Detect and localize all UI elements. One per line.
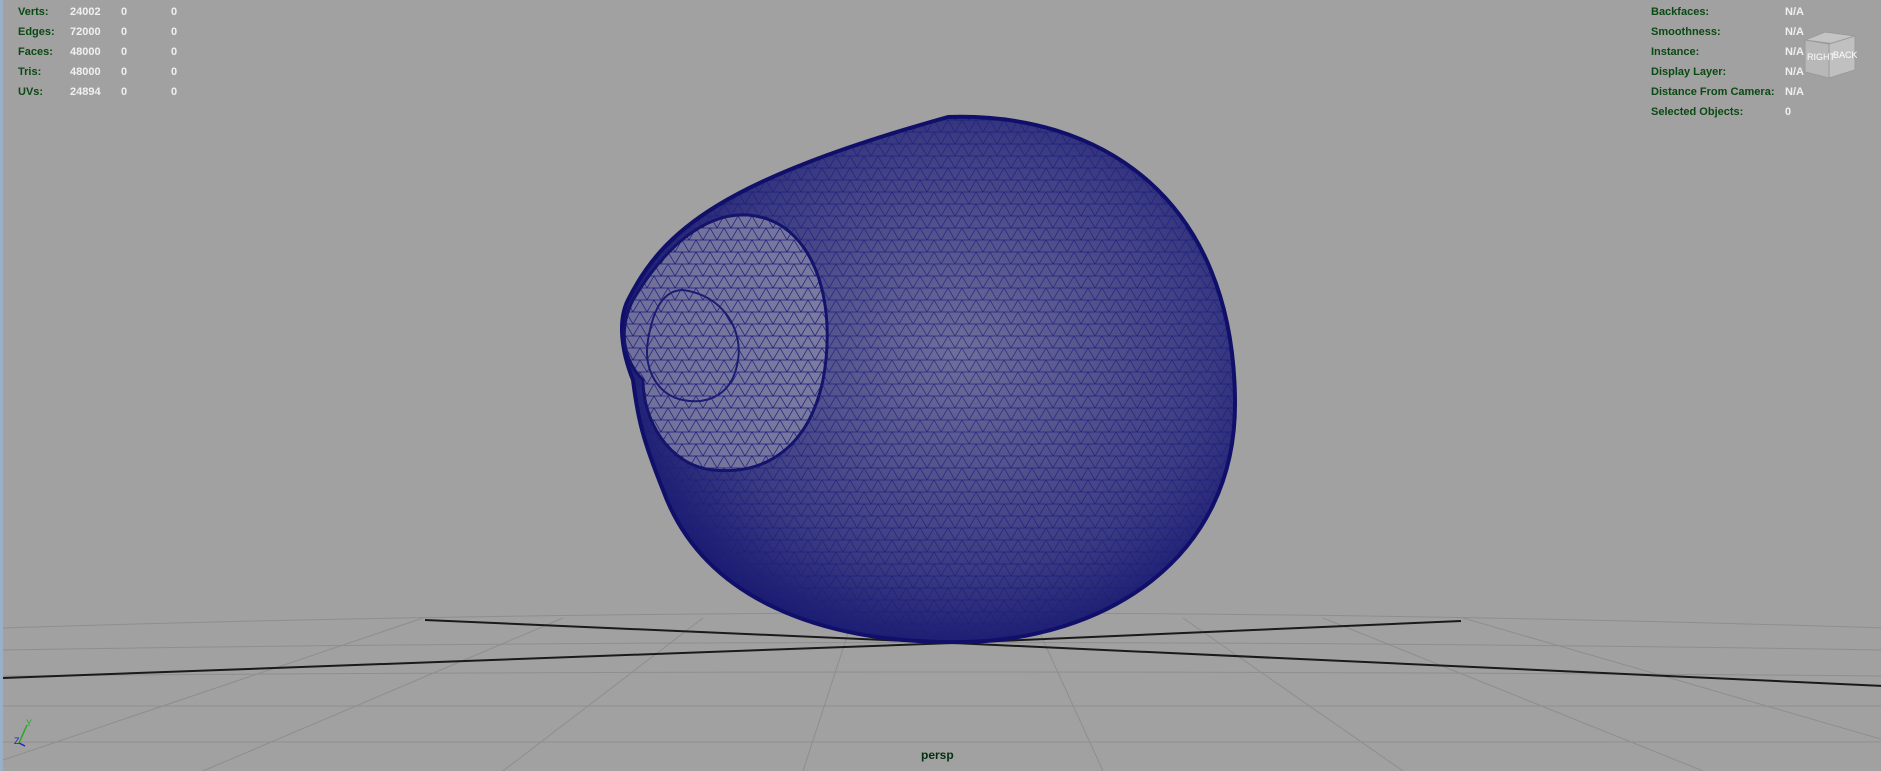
axis-y-label: Y bbox=[26, 718, 32, 728]
scene-canvas[interactable] bbox=[3, 0, 1881, 771]
hud-value-selected: 0 bbox=[121, 6, 128, 18]
hud-label: Instance: bbox=[1651, 46, 1700, 58]
hud-label: UVs: bbox=[18, 86, 44, 98]
hud-label: Faces: bbox=[18, 46, 53, 58]
hud-value: N/A bbox=[1785, 6, 1804, 18]
hud-value-total: 48000 bbox=[70, 66, 101, 78]
view-cube-back-label: BACK bbox=[1833, 50, 1857, 60]
hud-value-selected: 0 bbox=[121, 46, 128, 58]
hud-label: Verts: bbox=[18, 6, 49, 18]
hud-value-selected: 0 bbox=[121, 86, 128, 98]
axis-gizmo-icon: Y Z bbox=[14, 718, 32, 747]
hud-label: Edges: bbox=[18, 26, 55, 38]
hud-label: Backfaces: bbox=[1651, 6, 1710, 18]
hud-label: Smoothness: bbox=[1651, 26, 1721, 38]
hud-label: Display Layer: bbox=[1651, 66, 1727, 78]
hud-value-selected: 0 bbox=[121, 26, 128, 38]
viewport-persp[interactable]: Verts: 24002 0 0 Edges: 72000 0 0 Faces:… bbox=[0, 0, 1881, 771]
hud-label: Selected Objects: bbox=[1651, 106, 1744, 118]
view-cube-right-label: RIGHT bbox=[1807, 52, 1836, 62]
hud-value-total: 48000 bbox=[70, 46, 101, 58]
wireframe-mesh[interactable] bbox=[619, 114, 1238, 645]
hud-value-highlighted: 0 bbox=[171, 46, 178, 58]
hud-value: N/A bbox=[1785, 86, 1804, 98]
axis-z-label: Z bbox=[14, 736, 20, 746]
hud-value-highlighted: 0 bbox=[171, 66, 178, 78]
hud-value-highlighted: 0 bbox=[171, 26, 178, 38]
hud-value-total: 72000 bbox=[70, 26, 101, 38]
hud-value: 0 bbox=[1785, 106, 1792, 118]
hud-label: Distance From Camera: bbox=[1651, 86, 1775, 98]
hud-value-selected: 0 bbox=[121, 66, 128, 78]
view-cube-icon[interactable]: RIGHT BACK bbox=[1799, 28, 1857, 80]
hud-value-highlighted: 0 bbox=[171, 86, 178, 98]
hud-value-total: 24002 bbox=[70, 6, 101, 18]
hud-label: Tris: bbox=[18, 66, 42, 78]
hud-value-total: 24894 bbox=[70, 86, 101, 98]
camera-name-label: persp bbox=[921, 748, 954, 762]
hud-value-highlighted: 0 bbox=[171, 6, 178, 18]
